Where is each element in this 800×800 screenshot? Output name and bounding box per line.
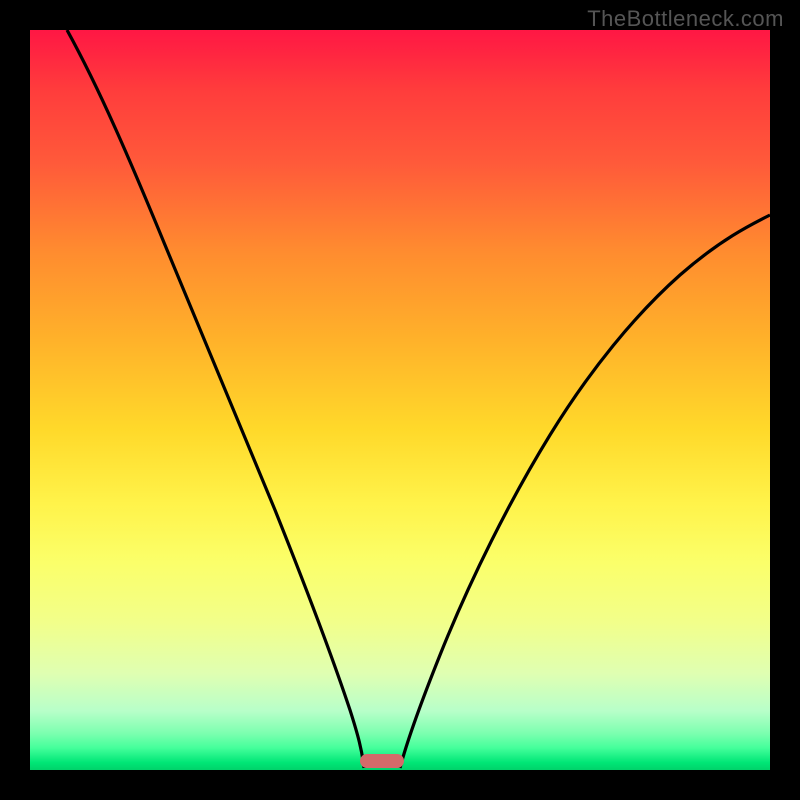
plot-area <box>30 30 770 770</box>
chart-frame: TheBottleneck.com <box>0 0 800 800</box>
right-curve <box>400 215 770 768</box>
left-curve <box>67 30 364 768</box>
optimal-marker <box>360 754 404 768</box>
watermark-text: TheBottleneck.com <box>587 6 784 32</box>
curves-svg <box>30 30 770 770</box>
